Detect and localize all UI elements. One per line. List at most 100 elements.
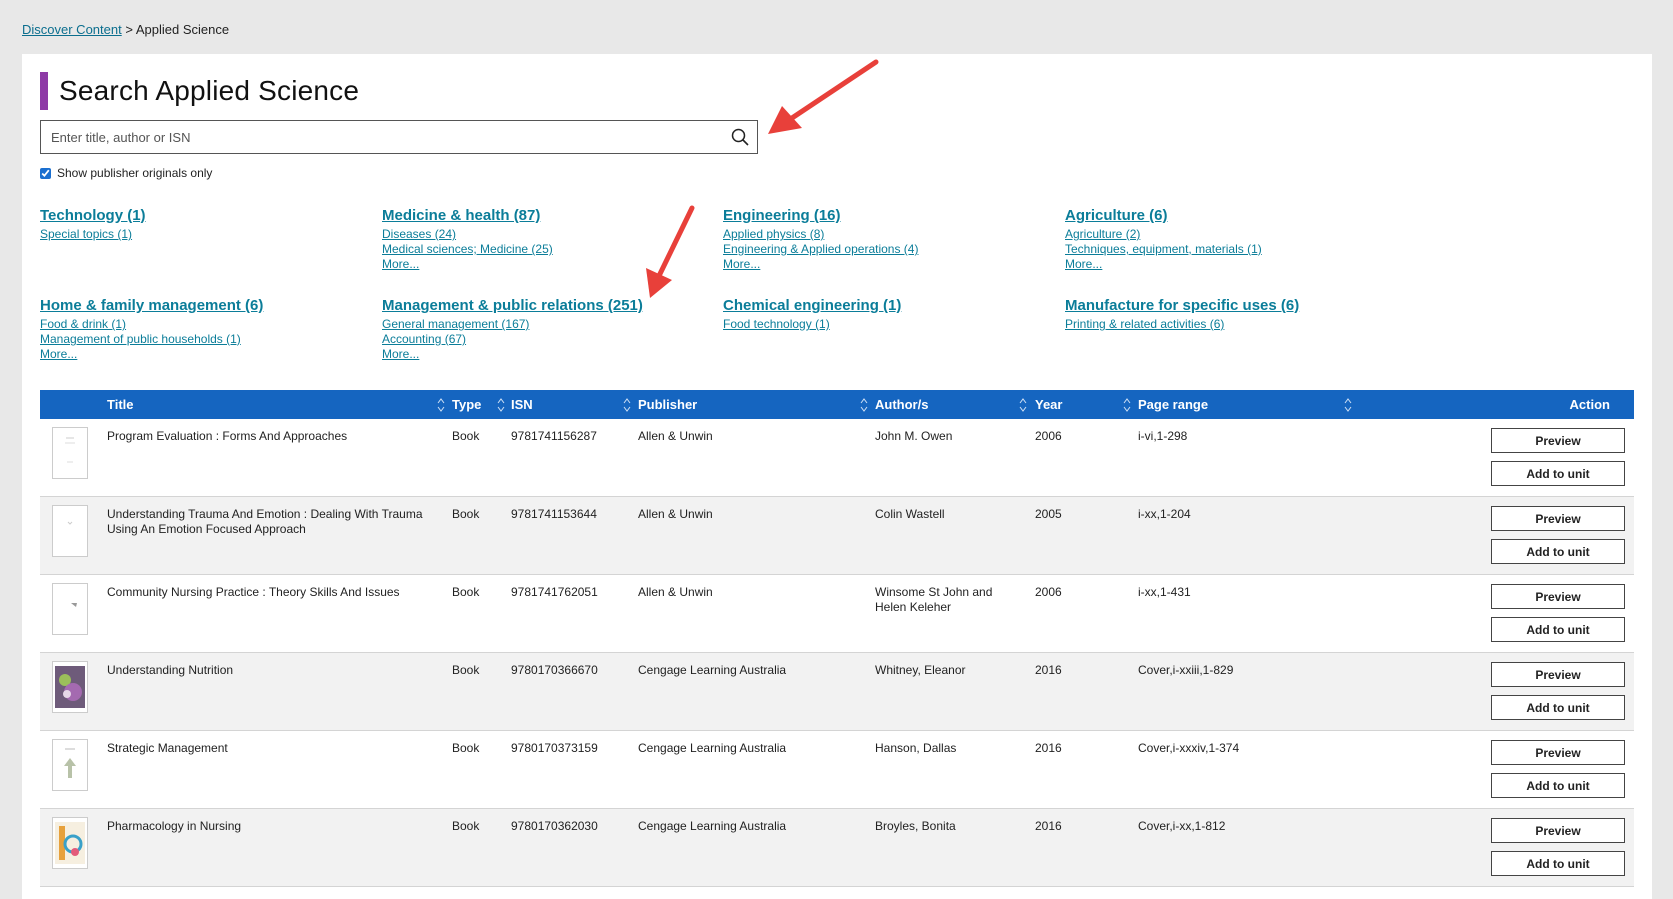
add-to-unit-button[interactable]: Add to unit [1491,617,1625,642]
publisher-cell: Cengage Learning Australia [638,741,787,755]
authors-cell: John M. Owen [875,429,953,443]
table-row: Understanding Nutrition Book 97801703666… [40,653,1634,731]
preview-button[interactable]: Preview [1491,584,1625,609]
category-link[interactable]: Engineering (16) [723,207,918,225]
subcategory-link[interactable]: Printing & related activities (6) [1065,317,1299,332]
subcategory-link[interactable]: Agriculture (2) [1065,227,1262,242]
header-isn[interactable]: ISN [507,390,633,419]
book-cover-thumbnail[interactable] [52,739,88,791]
category-link[interactable]: Manufacture for specific uses (6) [1065,297,1299,315]
sort-icon[interactable] [623,397,631,413]
category-block: Home & family management (6) Food & drink… [40,297,263,362]
subcategory-link[interactable]: Management of public households (1) [40,332,263,347]
category-more-link[interactable]: More... [382,347,643,362]
isn-cell: 9781741153644 [511,507,597,521]
sort-icon[interactable] [1019,397,1027,413]
authors-cell: Broyles, Bonita [875,819,956,833]
category-link[interactable]: Medicine & health (87) [382,207,553,225]
subcategory-link[interactable]: Diseases (24) [382,227,553,242]
type-cell: Book [452,507,480,521]
table-row: Community Nursing Practice : Theory Skil… [40,575,1634,653]
book-cover-thumbnail[interactable] [52,505,88,557]
subcategory-link[interactable]: Engineering & Applied operations (4) [723,242,918,257]
thumbnail-cell [40,809,107,886]
thumbnail-cell [40,497,107,574]
category-block: Engineering (16) Applied physics (8) Engin… [723,207,918,272]
search-input[interactable] [41,121,723,153]
breadcrumb-current: Applied Science [135,22,230,37]
publisher-originals-checkbox[interactable] [40,167,51,179]
preview-button[interactable]: Preview [1491,740,1625,765]
header-year[interactable]: Year [1029,390,1133,419]
category-more-link[interactable]: More... [1065,257,1262,272]
subcategory-link[interactable]: Medical sciences; Medicine (25) [382,242,553,257]
title-accent-bar [40,72,48,110]
sort-icon[interactable] [1344,397,1352,413]
preview-button[interactable]: Preview [1491,428,1625,453]
header-action: Action [1569,397,1610,412]
thumbnail-cell [40,575,107,652]
subcategory-link[interactable]: General management (167) [382,317,643,332]
subcategory-link[interactable]: Techniques, equipment, materials (1) [1065,242,1262,257]
book-cover-thumbnail[interactable] [52,661,88,713]
type-cell: Book [452,819,480,833]
isn-cell: 9781741762051 [511,585,598,599]
thumbnail-cell [40,419,107,496]
header-authors[interactable]: Author/s [870,390,1029,419]
authors-cell: Winsome St John and Helen Keleher [875,585,993,614]
year-cell: 2016 [1035,741,1062,755]
category-link[interactable]: Technology (1) [40,207,146,225]
page-range-cell: Cover,i-xxiii,1-829 [1138,663,1234,677]
category-link[interactable]: Home & family management (6) [40,297,263,315]
year-cell: 2005 [1035,507,1062,521]
book-cover-thumbnail[interactable] [52,427,88,479]
publisher-cell: Allen & Unwin [638,429,713,443]
table-row: Understanding Trauma And Emotion : Deali… [40,497,1634,575]
header-page-range[interactable]: Page range [1133,390,1354,419]
add-to-unit-button[interactable]: Add to unit [1491,773,1625,798]
preview-button[interactable]: Preview [1491,818,1625,843]
year-cell: 2016 [1035,819,1062,833]
add-to-unit-button[interactable]: Add to unit [1491,851,1625,876]
add-to-unit-button[interactable]: Add to unit [1491,695,1625,720]
category-block: Manufacture for specific uses (6) Printin… [1065,297,1299,332]
type-cell: Book [452,429,480,443]
category-link[interactable]: Chemical engineering (1) [723,297,901,315]
add-to-unit-button[interactable]: Add to unit [1491,539,1625,564]
book-cover-thumbnail[interactable] [52,817,88,869]
subcategory-link[interactable]: Accounting (67) [382,332,643,347]
thumbnail-cell [40,731,107,808]
category-more-link[interactable]: More... [723,257,918,272]
book-cover-thumbnail[interactable] [52,583,88,635]
sort-icon[interactable] [1123,397,1131,413]
table-header: Title Type ISN Publisher Author/s Year P… [40,390,1634,419]
subcategory-link[interactable]: Food & drink (1) [40,317,263,332]
sort-icon[interactable] [437,397,445,413]
thumbnail-cell [40,653,107,730]
sort-icon[interactable] [860,397,868,413]
category-more-link[interactable]: More... [382,257,553,272]
subcategory-link[interactable]: Food technology (1) [723,317,901,332]
table-row: Pharmacology in Nursing Book 97801703620… [40,809,1634,887]
header-title[interactable]: Title [107,390,447,419]
header-publisher[interactable]: Publisher [633,390,870,419]
subcategory-link[interactable]: Special topics (1) [40,227,146,242]
sort-icon[interactable] [497,397,505,413]
authors-cell: Colin Wastell [875,507,945,521]
search-icon[interactable] [723,121,757,153]
category-block: Chemical engineering (1) Food technology … [723,297,901,332]
title-cell: Program Evaluation : Forms And Approache… [107,429,348,443]
add-to-unit-button[interactable]: Add to unit [1491,461,1625,486]
table-body: Program Evaluation : Forms And Approache… [40,419,1634,887]
category-more-link[interactable]: More... [40,347,263,362]
preview-button[interactable]: Preview [1491,662,1625,687]
category-link[interactable]: Agriculture (6) [1065,207,1262,225]
results-table: Title Type ISN Publisher Author/s Year P… [40,390,1634,887]
preview-button[interactable]: Preview [1491,506,1625,531]
header-thumbnail [40,390,107,419]
breadcrumb-discover-content-link[interactable]: Discover Content [22,22,122,37]
category-link[interactable]: Management & public relations (251) [382,297,643,315]
subcategory-link[interactable]: Applied physics (8) [723,227,918,242]
content-panel: Search Applied Science Show publisher or… [22,54,1652,899]
header-type[interactable]: Type [447,390,507,419]
